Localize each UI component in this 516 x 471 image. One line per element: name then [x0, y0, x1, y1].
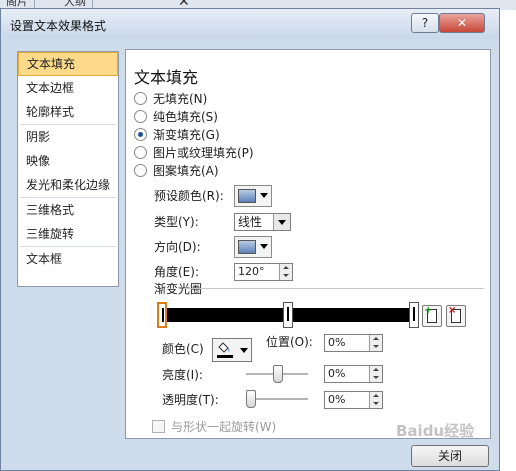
help-button[interactable]: ?	[411, 13, 439, 33]
watermark-text: Baidu经验	[396, 422, 475, 440]
text-fill-panel: 文本填充 无填充(N) 纯色填充(S) 渐变填充(G) 图片或纹理填充(P) 图…	[125, 49, 491, 439]
dialog-titlebar: 设置文本效果格式 ? ✕	[1, 9, 499, 39]
nav-item-glow-soft-edges[interactable]: 发光和柔化边缘	[18, 173, 118, 197]
radio-solid-fill[interactable]: 纯色填充(S)	[134, 108, 218, 126]
color-picker-button[interactable]	[212, 338, 252, 362]
brightness-slider-thumb[interactable]	[273, 365, 283, 383]
section-divider	[184, 288, 484, 289]
paint-bucket-icon	[218, 342, 230, 353]
radio-no-fill[interactable]: 无填充(N)	[134, 90, 207, 108]
remove-gradient-stop-button[interactable]: ×	[446, 305, 466, 327]
add-gradient-stop-button[interactable]: +	[422, 305, 442, 327]
radio-button-selected[interactable]	[134, 128, 147, 141]
radio-gradient-fill[interactable]: 渐变填充(G)	[134, 126, 220, 144]
radio-pattern-fill[interactable]: 图案填充(A)	[134, 162, 219, 180]
chevron-down-icon[interactable]	[273, 214, 290, 230]
angle-value: 120°	[238, 265, 265, 278]
rotate-with-shape-option[interactable]: 与形状一起旋转(W)	[152, 418, 276, 436]
brightness-spinner[interactable]: 0%	[324, 365, 383, 383]
angle-spinner[interactable]: 120°	[234, 263, 293, 281]
position-value: 0%	[328, 336, 346, 349]
nav-item-text-fill[interactable]: 文本填充	[18, 52, 118, 76]
chevron-down-icon	[260, 244, 268, 249]
plus-icon: +	[424, 305, 433, 316]
gradient-stop-handle[interactable]	[283, 302, 293, 328]
chevron-down-icon	[240, 348, 248, 353]
spin-down-icon[interactable]	[369, 343, 382, 351]
direction-label: 方向(D):	[154, 240, 201, 254]
radio-picture-fill[interactable]: 图片或纹理填充(P)	[134, 144, 254, 162]
transparency-spinner[interactable]: 0%	[324, 391, 383, 409]
category-list: 文本填充 文本边框 轮廓样式 阴影 映像 发光和柔化边缘 三维格式 三维旋转 文…	[17, 51, 119, 287]
preset-colors-dropdown[interactable]	[234, 185, 272, 207]
format-text-effects-dialog: 设置文本效果格式 ? ✕ 文本填充 文本边框 轮廓样式 阴影 映像 发光和柔化边…	[0, 8, 500, 471]
gradient-stop-handle[interactable]	[157, 302, 167, 328]
spin-down-icon[interactable]	[369, 374, 382, 382]
nav-item-text-box[interactable]: 文本框	[18, 247, 118, 271]
spin-down-icon[interactable]	[369, 400, 382, 408]
spin-down-icon[interactable]	[279, 272, 292, 280]
position-spinner[interactable]: 0%	[324, 334, 383, 352]
rotate-with-shape-checkbox[interactable]	[152, 420, 165, 433]
brightness-label: 亮度(I):	[162, 368, 203, 382]
nav-item-3d-rotation[interactable]: 三维旋转	[18, 222, 118, 246]
position-label: 位置(O):	[266, 335, 313, 349]
radio-button[interactable]	[134, 92, 147, 105]
type-value: 线性	[238, 215, 263, 229]
close-button[interactable]: 关闭	[411, 445, 489, 467]
preset-swatch	[238, 189, 256, 203]
type-label: 类型(Y):	[154, 215, 199, 229]
radio-label: 纯色填充(S)	[153, 110, 218, 124]
color-label: 颜色(C)	[162, 342, 204, 356]
section-title: 文本填充	[134, 68, 199, 87]
dialog-title: 设置文本效果格式	[10, 19, 107, 33]
radio-button[interactable]	[134, 164, 147, 177]
radio-label: 图案填充(A)	[153, 164, 219, 178]
brightness-value: 0%	[328, 367, 346, 380]
nav-item-outline-style[interactable]: 轮廓样式	[18, 100, 118, 124]
nav-item-text-outline[interactable]: 文本边框	[18, 76, 118, 100]
rotate-with-shape-label: 与形状一起旋转(W)	[171, 420, 277, 434]
radio-label: 渐变填充(G)	[153, 128, 220, 142]
radio-button[interactable]	[134, 110, 147, 123]
radio-label: 图片或纹理填充(P)	[153, 146, 254, 160]
type-select[interactable]: 线性	[234, 213, 291, 231]
radio-label: 无填充(N)	[153, 92, 208, 106]
nav-item-shadow[interactable]: 阴影	[18, 125, 118, 149]
nav-item-reflection[interactable]: 映像	[18, 149, 118, 173]
current-color-bar	[217, 355, 233, 358]
close-icon[interactable]: ✕	[439, 13, 485, 33]
radio-button[interactable]	[134, 146, 147, 159]
minus-icon: ×	[448, 305, 457, 316]
transparency-slider-thumb[interactable]	[246, 390, 256, 408]
transparency-value: 0%	[328, 393, 346, 406]
chevron-down-icon	[260, 193, 268, 198]
gradient-stops-label: 渐变光圈	[154, 282, 203, 296]
direction-swatch	[238, 240, 256, 254]
preset-colors-label: 预设颜色(R):	[154, 189, 224, 203]
nav-item-3d-format[interactable]: 三维格式	[18, 198, 118, 222]
gradient-stop-handle[interactable]	[409, 302, 419, 328]
direction-dropdown[interactable]	[234, 236, 272, 258]
transparency-label: 透明度(T):	[162, 393, 219, 407]
